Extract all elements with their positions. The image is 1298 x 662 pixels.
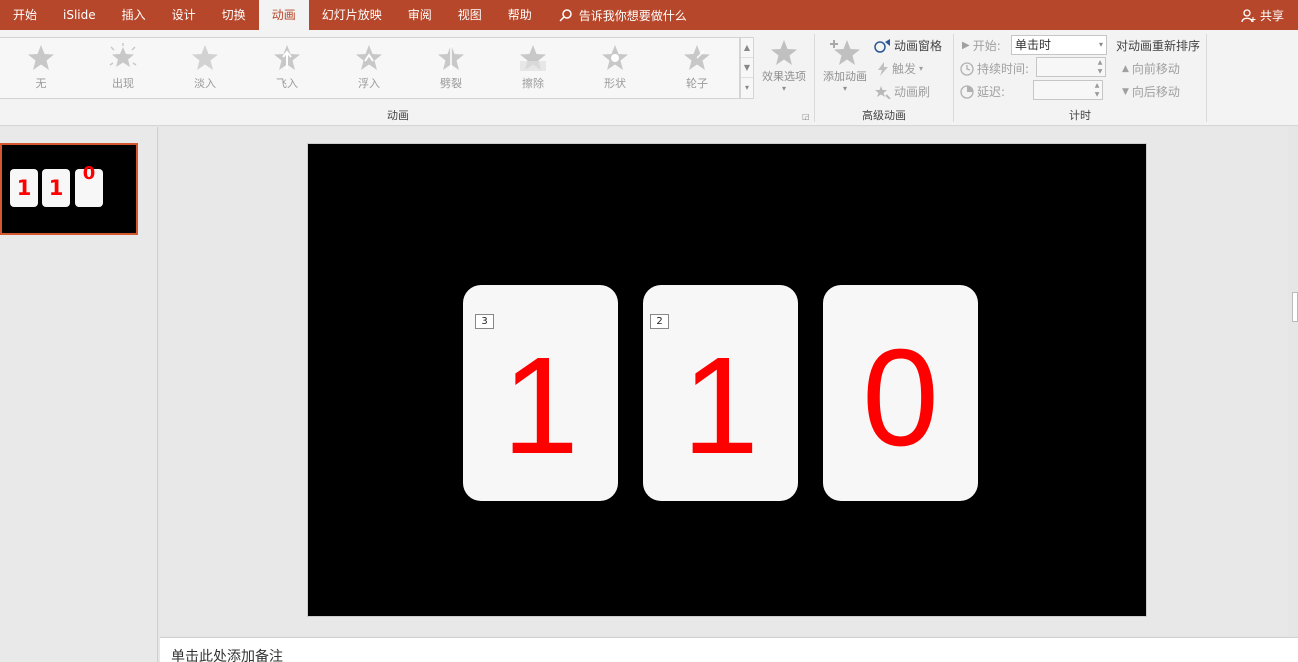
ribbon-tab-bar: 开始 iSlide 插入 设计 切换 动画 幻灯片放映 审阅 视图 帮助 告诉我…	[0, 0, 1298, 30]
tell-me-search[interactable]: 告诉我你想要做什么	[559, 7, 687, 24]
delay-input[interactable]: ▲ ▼	[1033, 80, 1103, 100]
gallery-scroll[interactable]: ▲ ▼ ▾	[740, 37, 754, 99]
gallery-expand-icon[interactable]: ▾	[741, 78, 753, 98]
tab-home[interactable]: 开始	[0, 0, 50, 30]
tab-review[interactable]: 审阅	[395, 0, 445, 30]
gallery-item-shape[interactable]: 形状	[580, 40, 650, 96]
star-float-in-icon	[356, 45, 382, 70]
star-split-icon	[438, 45, 464, 70]
gallery-item-fade[interactable]: 淡入	[170, 40, 240, 96]
tab-insert[interactable]: 插入	[109, 0, 159, 30]
star-none-icon	[28, 45, 54, 70]
move-earlier-button[interactable]: ▲ 向前移动	[1122, 60, 1180, 77]
animation-order-tag[interactable]: 2	[650, 314, 669, 329]
chevron-down-icon: ▾	[842, 84, 847, 93]
star-fly-in-icon	[274, 45, 300, 70]
gallery-item-wipe[interactable]: 擦除	[498, 40, 568, 96]
star-shape-icon	[602, 45, 628, 70]
gallery-item-wheel[interactable]: 轮子	[662, 40, 732, 96]
digit-text: 1	[682, 329, 759, 483]
digit-text: 0	[862, 321, 939, 475]
scrollbar-thumb[interactable]	[1292, 292, 1298, 322]
star-wheel-icon	[684, 45, 710, 70]
effect-options-button[interactable]: 效果选项 ▾	[756, 38, 812, 93]
animation-order-tag[interactable]: 3	[475, 314, 494, 329]
duration-input[interactable]: ▲ ▼	[1036, 57, 1106, 77]
share-label: 共享	[1259, 8, 1284, 23]
thumbnail-card: 0	[75, 165, 103, 207]
gallery-item-split[interactable]: 劈裂	[416, 40, 486, 96]
move-later-button[interactable]: ▼ 向后移动	[1122, 83, 1180, 100]
star-wipe-icon	[520, 45, 546, 71]
notes-pane[interactable]: 单击此处添加备注	[160, 637, 1298, 662]
digit-card[interactable]: 3 1	[463, 285, 618, 501]
tab-help[interactable]: 帮助	[495, 0, 545, 30]
reorder-title: 对动画重新排序	[1116, 39, 1201, 53]
animation-painter-icon	[875, 85, 891, 99]
trigger-button[interactable]: 触发 ▾	[877, 60, 923, 77]
delay-clock-icon	[960, 84, 974, 99]
spinner-icon[interactable]: ▲ ▼	[1092, 81, 1102, 99]
ribbon-separator	[1206, 34, 1207, 122]
spinner-icon[interactable]: ▲ ▼	[1095, 58, 1105, 76]
duration-label: 持续时间:	[960, 60, 1029, 77]
vertical-scrollbar[interactable]	[1290, 127, 1298, 639]
delay-label: 延迟:	[960, 83, 1005, 100]
lightning-icon	[878, 61, 888, 76]
slide-thumbnail-pane: 1 1 0	[0, 127, 158, 662]
group-label-advanced: 高级动画	[862, 109, 906, 122]
star-fade-icon	[192, 45, 218, 70]
search-icon	[559, 9, 572, 22]
tab-slideshow[interactable]: 幻灯片放映	[309, 0, 395, 30]
animation-painter-button[interactable]: 动画刷	[875, 83, 930, 100]
start-label: ▶ 开始:	[962, 39, 1001, 53]
gallery-item-fly-in[interactable]: 飞入	[252, 40, 322, 96]
chevron-down-icon: ▾	[1098, 40, 1103, 49]
thumbnail-card: 1	[10, 169, 38, 207]
clock-icon	[960, 61, 974, 76]
gallery-item-float-in[interactable]: 浮入	[334, 40, 404, 96]
tab-design[interactable]: 设计	[159, 0, 209, 30]
tab-animations[interactable]: 动画	[258, 0, 309, 30]
slide[interactable]: 3 1 2 1 0	[307, 143, 1147, 617]
effect-options-icon	[771, 40, 797, 65]
tab-islide[interactable]: iSlide	[50, 0, 109, 30]
add-animation-button[interactable]: 添加动画 ▾	[818, 38, 872, 93]
triangle-down-icon: ▼	[1122, 86, 1129, 97]
slide-thumbnail[interactable]: 1 1 0	[0, 143, 138, 235]
digit-text: 1	[502, 329, 579, 483]
tell-me-label: 告诉我你想要做什么	[578, 8, 687, 23]
animation-pane-button[interactable]: 动画窗格	[873, 37, 942, 54]
animation-gallery: 无 出现 淡入 飞入 浮入 劈裂 擦除 形状 轮子	[0, 37, 740, 99]
notes-placeholder: 单击此处添加备注	[171, 649, 283, 662]
digit-card[interactable]: 0	[823, 285, 978, 501]
share-button[interactable]: 共享	[1241, 0, 1284, 30]
thumbnail-card: 1	[42, 169, 70, 207]
chevron-down-icon: ▾	[781, 84, 786, 93]
gallery-item-appear[interactable]: 出现	[88, 40, 158, 96]
add-animation-icon	[830, 40, 860, 65]
group-label-timing: 计时	[1069, 109, 1091, 122]
star-appear-icon	[109, 43, 137, 67]
triangle-up-icon: ▲	[1122, 63, 1129, 74]
tab-view[interactable]: 视图	[445, 0, 495, 30]
play-icon: ▶	[962, 40, 970, 51]
gallery-item-none[interactable]: 无	[6, 40, 76, 96]
start-select[interactable]: 单击时 ▾	[1011, 35, 1107, 55]
user-add-icon	[1241, 8, 1256, 22]
dialog-launcher-icon[interactable]: ◲	[802, 112, 810, 121]
animation-pane-icon	[874, 38, 890, 53]
chevron-down-icon: ▾	[919, 64, 924, 73]
group-label-animation: 动画	[387, 109, 409, 122]
gallery-scroll-up-icon[interactable]: ▲	[741, 38, 753, 58]
gallery-scroll-down-icon[interactable]: ▼	[741, 58, 753, 78]
ribbon-animations: 无 出现 淡入 飞入 浮入 劈裂 擦除 形状 轮子 ▲ ▼ ▾ 效果选项 ▾ 动…	[0, 30, 1298, 126]
tab-transitions[interactable]: 切换	[209, 0, 259, 30]
digit-card[interactable]: 2 1	[643, 285, 798, 501]
